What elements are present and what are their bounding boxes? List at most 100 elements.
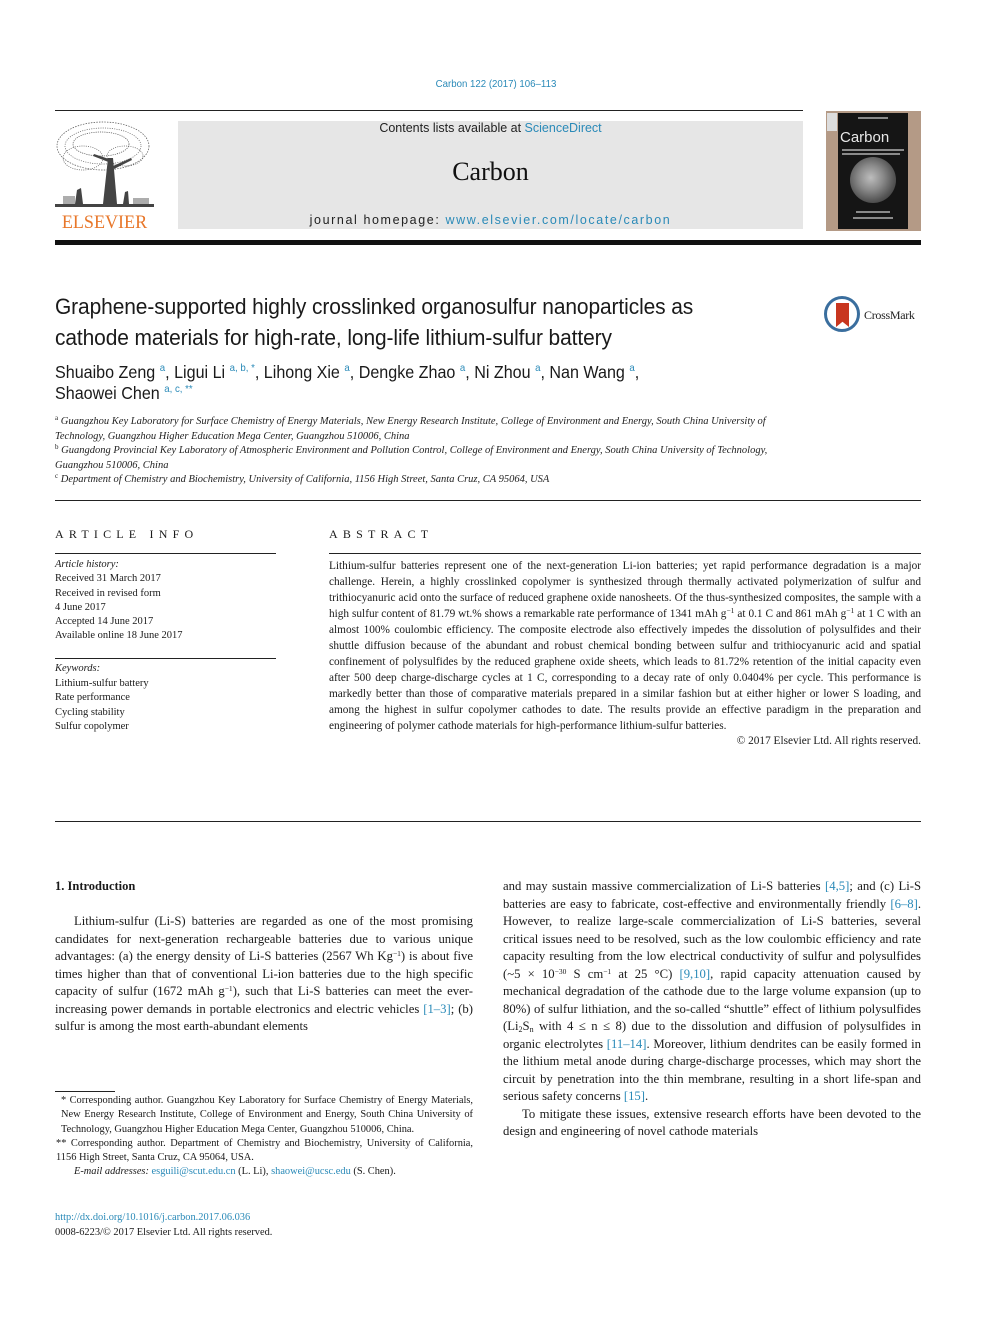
header-rule-thin [55, 110, 803, 111]
doi-block: http://dx.doi.org/10.1016/j.carbon.2017.… [55, 1210, 473, 1240]
cover-text-line [856, 211, 890, 213]
keyword-item: Rate performance [55, 692, 130, 703]
text-fragment: S cm [566, 966, 604, 981]
text-fragment: . [644, 1089, 649, 1104]
superscript: −1 [224, 984, 233, 994]
footnotes: * Corresponding author. Guangzhou Key La… [55, 1094, 473, 1180]
author-affiliation-marks[interactable]: a, c, ** [164, 383, 192, 395]
author[interactable]: Lihong Xie a, [264, 362, 359, 382]
journal-citation[interactable]: Carbon 122 (2017) 106–113 [40, 78, 953, 90]
intro-paragraph: To mitigate these issues, extensive rese… [503, 1106, 921, 1139]
footnote-emails: E-mail addresses: esguili@scut.edu.cn (L… [55, 1165, 473, 1179]
superscript: −1 [392, 949, 401, 959]
contents-available-line: Contents lists available at ScienceDirec… [178, 121, 803, 135]
article-history: Article history: Received 31 March 2017 … [55, 558, 280, 644]
history-item: Received in revised form [55, 587, 161, 599]
text-fragment: S [522, 1019, 530, 1034]
footnote-rule [55, 1091, 115, 1092]
reference-link[interactable]: [15] [624, 1089, 645, 1103]
email-owner: (S. Chen). [350, 1166, 396, 1178]
body-column-right: and may sustain massive commercializatio… [503, 878, 921, 1141]
reference-link[interactable]: [9,10] [679, 967, 710, 981]
author-separator: , [254, 362, 264, 382]
abstract-divider [329, 553, 921, 554]
history-item: Received 31 March 2017 [55, 573, 161, 585]
front-matter-divider [55, 821, 921, 822]
abstract-copyright: © 2017 Elsevier Ltd. All rights reserved… [736, 735, 921, 748]
keywords: Keywords: Lithium-sulfur battery Rate pe… [55, 662, 280, 735]
affiliation-text: Department of Chemistry and Biochemistry… [60, 474, 550, 485]
email-owner: (L. Li), [235, 1166, 272, 1178]
author-name: Nan Wang [549, 362, 625, 382]
crossmark-label: CrossMark [864, 308, 915, 322]
affiliation-text: Guangzhou Key Laboratory for Surface Che… [55, 416, 766, 442]
text-fragment: and may sustain massive commercializatio… [503, 879, 825, 893]
email-label: E-mail addresses: [74, 1166, 149, 1178]
author[interactable]: Dengke Zhao a, [359, 362, 474, 382]
reference-link[interactable]: [6–8] [890, 897, 917, 911]
author-name: Shaowei Chen [55, 383, 160, 403]
author-separator: , [465, 362, 475, 382]
cover-text-line [858, 117, 888, 119]
cover-image: Carbon [838, 113, 908, 229]
article-info-heading: ARTICLE INFO [55, 527, 199, 541]
article-title: Graphene-supported highly crosslinked or… [55, 294, 694, 350]
journal-name: Carbon [452, 157, 529, 186]
body-column-left: Lithium-sulfur (Li-S) batteries are rega… [55, 913, 473, 1036]
keywords-label: Keywords: [55, 663, 101, 674]
author-name: Dengke Zhao [358, 362, 456, 382]
abstract-heading: ABSTRACT [329, 527, 434, 541]
section-divider [55, 500, 921, 501]
journal-cover-thumbnail[interactable]: Carbon [826, 111, 921, 231]
cover-text-line [842, 153, 900, 155]
keyword-item: Sulfur copolymer [55, 721, 129, 732]
cover-text-line [853, 217, 893, 219]
elsevier-wordmark: ELSEVIER [61, 212, 148, 233]
author-name: Ligui Li [174, 362, 226, 382]
introduction-heading: 1. Introduction [55, 879, 136, 893]
journal-homepage-link[interactable]: www.elsevier.com/locate/carbon [445, 213, 671, 227]
author[interactable]: Shuaibo Zeng a, [55, 362, 174, 382]
author[interactable]: Shaowei Chen a, c, ** [55, 383, 193, 403]
abstract-body: Lithium-sulfur batteries represent one o… [329, 559, 921, 750]
abstract-fragment: at 1 C with an almost 100% coulombic eff… [329, 607, 921, 732]
author-name: Lihong Xie [263, 362, 340, 382]
email-link-li[interactable]: esguili@scut.edu.cn [152, 1166, 236, 1177]
journal-homepage-line: journal homepage: www.elsevier.com/locat… [178, 213, 803, 227]
article-history-label: Article history: [55, 559, 119, 570]
cover-title: Carbon [840, 129, 890, 146]
reference-link[interactable]: [1–3] [423, 1002, 450, 1016]
abstract-text: Lithium-sulfur batteries represent one o… [329, 559, 921, 734]
keyword-item: Lithium-sulfur battery [55, 677, 149, 689]
author[interactable]: Ligui Li a, b, *, [174, 362, 264, 382]
author[interactable]: Ni Zhou a, [474, 362, 549, 382]
cover-text-line [842, 149, 904, 151]
doi-link[interactable]: http://dx.doi.org/10.1016/j.carbon.2017.… [55, 1212, 250, 1223]
reference-link[interactable]: [4,5] [825, 879, 849, 893]
author-list: Shuaibo Zeng a, Ligui Li a, b, *, Lihong… [55, 362, 754, 404]
author-separator: , [634, 362, 640, 382]
contents-prefix: Contents lists available at [379, 121, 525, 135]
affiliation-c: c Department of Chemistry and Biochemist… [55, 473, 815, 488]
article-info-divider [55, 658, 276, 659]
article-info-divider [55, 553, 276, 554]
citation-link[interactable]: Carbon 122 (2017) 106–113 [436, 78, 557, 90]
text-fragment: at 25 °C) [611, 966, 680, 981]
crossmark-button[interactable]: CrossMark [824, 296, 924, 336]
intro-paragraph: Lithium-sulfur (Li-S) batteries are rega… [55, 913, 473, 1036]
email-link-chen[interactable]: shaowei@ucsc.edu [271, 1166, 351, 1177]
footnote-corresponding-1: * Corresponding author. Guangzhou Key La… [61, 1095, 473, 1135]
elsevier-tree-icon [55, 121, 154, 207]
history-item: Available online 18 June 2017 [55, 630, 183, 642]
affiliation-text: Guangdong Provincial Key Laboratory of A… [55, 445, 768, 471]
affiliation-a: a Guangzhou Key Laboratory for Surface C… [55, 415, 815, 444]
issn-copyright: 0008-6223/© 2017 Elsevier Ltd. All right… [55, 1227, 273, 1238]
reference-link[interactable]: [11–14] [607, 1037, 647, 1051]
sciencedirect-link[interactable]: ScienceDirect [525, 121, 602, 135]
footnote-corresponding-2: ** Corresponding author. Department of C… [56, 1137, 473, 1164]
superscript: −30 [554, 966, 567, 976]
intro-paragraph: and may sustain massive commercializatio… [503, 878, 921, 1106]
elsevier-logo[interactable]: ELSEVIER [53, 118, 156, 236]
author[interactable]: Nan Wang a, [549, 362, 639, 382]
author-affiliation-marks[interactable]: a, b, * [230, 362, 255, 374]
